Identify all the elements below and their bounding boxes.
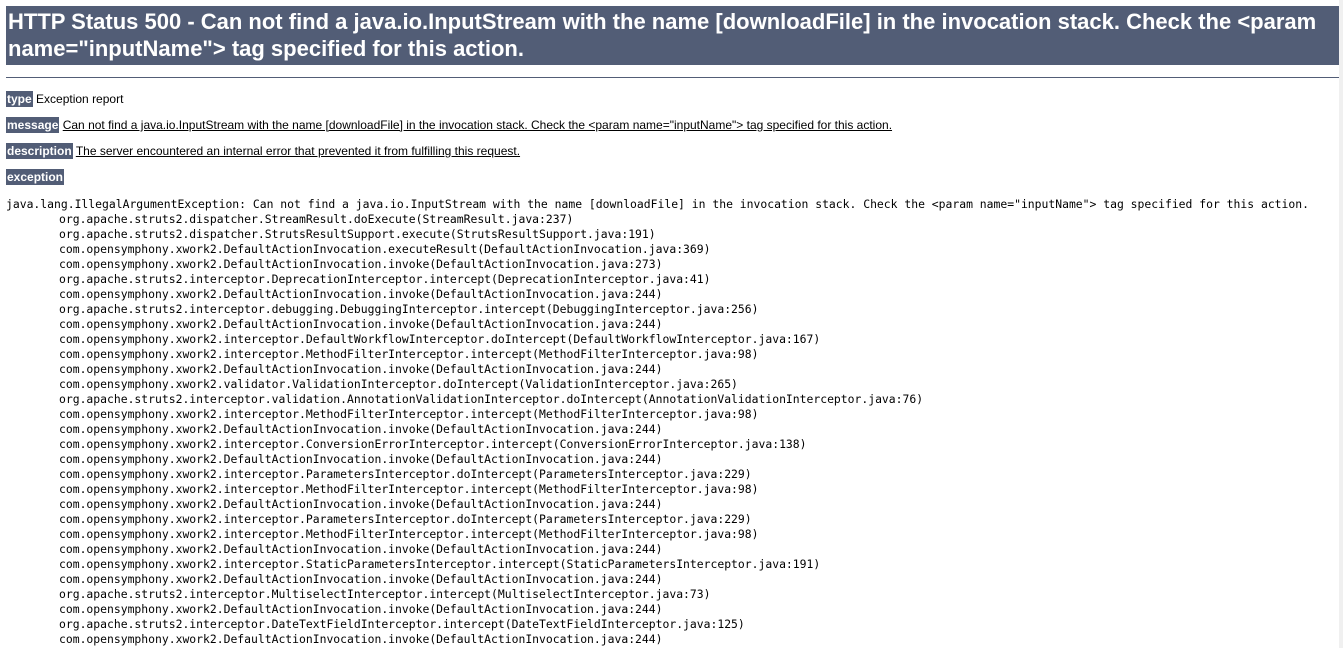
stack-frame: com.opensymphony.xwork2.interceptor.Meth…: [59, 482, 759, 496]
stack-frame: com.opensymphony.xwork2.interceptor.Meth…: [59, 407, 759, 421]
scrollbar[interactable]: [1339, 0, 1343, 648]
description-label: description: [6, 143, 73, 159]
stack-frame: org.apache.struts2.interceptor.Deprecati…: [59, 272, 711, 286]
stack-frame: com.opensymphony.xwork2.DefaultActionInv…: [59, 287, 663, 301]
description-row: description The server encountered an in…: [6, 143, 520, 159]
stack-frame: com.opensymphony.xwork2.DefaultActionInv…: [59, 497, 663, 511]
message-row: message Can not find a java.io.InputStre…: [6, 117, 892, 133]
stack-frame: com.opensymphony.xwork2.interceptor.Meth…: [59, 347, 759, 361]
stack-frame: org.apache.struts2.interceptor.Multisele…: [59, 587, 711, 601]
stack-frame: com.opensymphony.xwork2.DefaultActionInv…: [59, 422, 663, 436]
stack-frame: com.opensymphony.xwork2.DefaultActionInv…: [59, 452, 663, 466]
stack-trace-frames: org.apache.struts2.dispatcher.StreamResu…: [6, 212, 1309, 647]
message-value: Can not find a java.io.InputStream with …: [62, 118, 893, 132]
stack-trace-first-line: java.lang.IllegalArgumentException: Can …: [6, 197, 1309, 211]
stack-frame: com.opensymphony.xwork2.interceptor.Meth…: [59, 527, 759, 541]
stack-frame: com.opensymphony.xwork2.DefaultActionInv…: [59, 572, 663, 586]
stack-frame: com.opensymphony.xwork2.DefaultActionInv…: [59, 602, 663, 616]
page-title: HTTP Status 500 - Can not find a java.io…: [6, 6, 1340, 65]
divider: [6, 77, 1340, 78]
stack-frame: org.apache.struts2.interceptor.debugging…: [59, 302, 759, 316]
exception-label: exception: [6, 169, 65, 185]
stack-frame: com.opensymphony.xwork2.interceptor.Para…: [59, 512, 752, 526]
stack-frame: com.opensymphony.xwork2.DefaultActionInv…: [59, 632, 663, 646]
stack-frame: com.opensymphony.xwork2.DefaultActionInv…: [59, 257, 663, 271]
type-label: type: [6, 91, 33, 107]
stack-frame: com.opensymphony.xwork2.DefaultActionInv…: [59, 542, 663, 556]
stack-frame: com.opensymphony.xwork2.interceptor.Conv…: [59, 437, 807, 451]
type-row: type Exception report: [6, 91, 123, 107]
description-value: The server encountered an internal error…: [75, 144, 521, 158]
stack-frame: com.opensymphony.xwork2.validator.Valida…: [59, 377, 738, 391]
type-value: Exception report: [36, 92, 124, 106]
exception-row: exception: [6, 169, 65, 185]
message-label: message: [6, 117, 60, 133]
stack-frame: com.opensymphony.xwork2.interceptor.Para…: [59, 467, 752, 481]
stack-frame: com.opensymphony.xwork2.interceptor.Defa…: [59, 332, 821, 346]
stack-frame: com.opensymphony.xwork2.DefaultActionInv…: [59, 317, 663, 331]
stack-frame: com.opensymphony.xwork2.DefaultActionInv…: [59, 242, 711, 256]
stack-frame: com.opensymphony.xwork2.DefaultActionInv…: [59, 362, 663, 376]
stack-frame: com.opensymphony.xwork2.interceptor.Stat…: [59, 557, 821, 571]
stack-frame: org.apache.struts2.dispatcher.StreamResu…: [59, 212, 574, 226]
stack-frame: org.apache.struts2.interceptor.DateTextF…: [59, 617, 745, 631]
stack-frame: org.apache.struts2.interceptor.validatio…: [59, 392, 924, 406]
stack-trace: java.lang.IllegalArgumentException: Can …: [6, 197, 1309, 647]
stack-frame: org.apache.struts2.dispatcher.StrutsResu…: [59, 227, 656, 241]
